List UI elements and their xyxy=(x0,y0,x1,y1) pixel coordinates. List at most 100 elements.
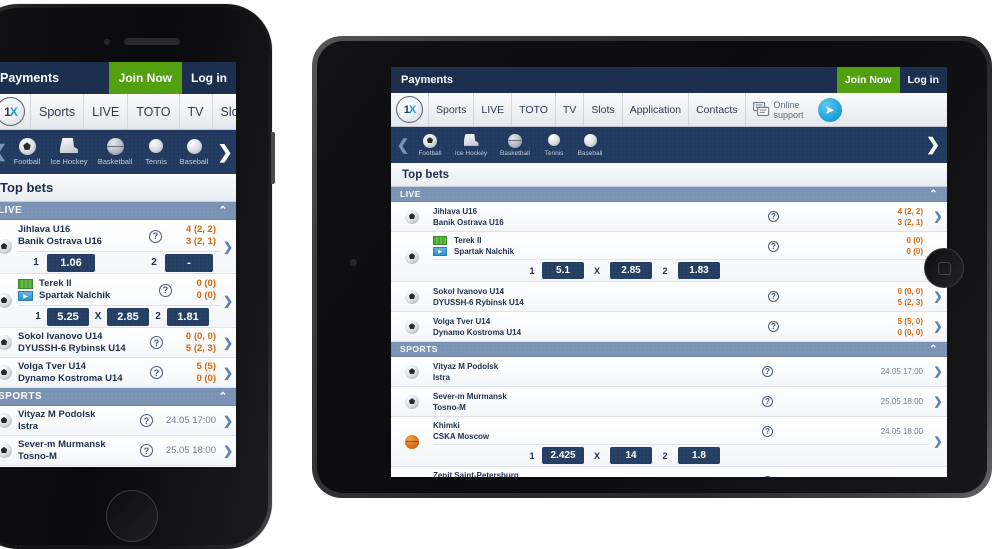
row-expand-arrow-icon[interactable]: ❯ xyxy=(929,467,947,477)
match-info-icon[interactable]: ? xyxy=(140,414,153,427)
match-info-icon[interactable]: ? xyxy=(768,240,779,252)
nav-item-tv[interactable]: TV xyxy=(554,93,583,126)
online-support-button[interactable]: Online support xyxy=(744,93,811,126)
match-row-vityaz[interactable]: Vityaz M Podolsk Istra ? 24.05 17:00 ❯ xyxy=(391,357,947,387)
phone-home-button[interactable] xyxy=(106,490,158,542)
group-header-sports[interactable]: SPORTS ⌃ xyxy=(0,388,236,406)
sports-tab-tennis[interactable]: Tennis xyxy=(138,138,174,166)
row-expand-arrow-icon[interactable]: ❯ xyxy=(220,220,236,273)
nav-item-contacts[interactable]: Contacts xyxy=(688,93,744,126)
payments-link[interactable]: Payments xyxy=(0,71,109,85)
sports-strip-prev-icon[interactable]: ❮ xyxy=(0,142,8,162)
match-row-jihlava[interactable]: Jihlava U16 Banik Ostrava U16 ? 4 (2, 2)… xyxy=(0,220,236,274)
match-info-icon[interactable]: ? xyxy=(768,321,779,332)
chevron-up-icon[interactable]: ⌃ xyxy=(929,344,938,355)
odds-button-x[interactable]: 14 xyxy=(610,447,652,464)
match-info-icon[interactable]: ? xyxy=(149,229,162,243)
group-header-live[interactable]: LIVE ⌃ xyxy=(391,187,947,202)
telegram-icon[interactable]: ➤ xyxy=(817,97,842,122)
nav-item-sports[interactable]: Sports xyxy=(428,93,473,126)
sports-tab-baseball[interactable]: Baseball xyxy=(571,133,609,157)
match-info-icon[interactable]: ? xyxy=(150,366,163,379)
match-row-terek[interactable]: ▶ Terek II Spartak Nalchik ? 0 (0) 0 (0) xyxy=(391,232,947,282)
nav-item-tv[interactable]: TV xyxy=(178,94,212,129)
chevron-up-icon[interactable]: ⌃ xyxy=(218,390,228,403)
nav-item-slots[interactable]: Slots xyxy=(211,94,236,129)
phone-power-button[interactable] xyxy=(271,132,275,184)
match-info-icon[interactable]: ? xyxy=(140,444,153,457)
match-info-icon[interactable]: ? xyxy=(768,211,779,222)
sports-tab-tennis[interactable]: Tennis xyxy=(537,133,571,157)
nav-item-live[interactable]: LIVE xyxy=(83,94,127,129)
match-row-sever[interactable]: Sever-m Murmansk Tosno-M ? 25.05 18:00 ❯ xyxy=(0,436,236,466)
sports-strip-prev-icon[interactable]: ❮ xyxy=(395,136,411,154)
odds-button-2[interactable]: - xyxy=(165,253,213,272)
site-logo[interactable]: 1X xyxy=(0,97,25,126)
match-row-khimki[interactable]: Khimki CSKA Moscow ? 24.05 18:00 1 2.425… xyxy=(391,417,947,467)
match-row-volga[interactable]: Volga Tver U14 Dynamo Kostroma U14 ? 5 (… xyxy=(0,358,236,388)
match-info-icon[interactable]: ? xyxy=(768,291,779,302)
match-row-terek[interactable]: ▶ Terek II Spartak Nalchik ? 0 (0) 0 (0) xyxy=(0,274,236,328)
sports-tab-ice-hockey[interactable]: Ice Hockey xyxy=(449,133,493,157)
odds-button-1[interactable]: 5.25 xyxy=(47,307,89,326)
odds-button-x[interactable]: 2.85 xyxy=(107,307,149,326)
chevron-up-icon[interactable]: ⌃ xyxy=(218,204,228,217)
sports-tab-ice-hockey[interactable]: Ice Hockey xyxy=(46,138,92,166)
row-expand-arrow-icon[interactable]: ❯ xyxy=(929,357,947,386)
nav-item-toto[interactable]: TOTO xyxy=(127,94,178,129)
join-now-button[interactable]: Join Now xyxy=(836,67,900,93)
row-expand-arrow-icon[interactable]: ❯ xyxy=(929,202,947,231)
video-play-icon[interactable]: ▶ xyxy=(433,247,447,256)
odds-button-2[interactable]: 1.81 xyxy=(167,307,209,326)
row-expand-arrow-icon[interactable]: ❯ xyxy=(220,274,236,327)
odds-button-x[interactable]: 2.85 xyxy=(610,262,652,279)
match-row-volga[interactable]: Volga Tver U14 Dynamo Kostroma U14 ? 5 (… xyxy=(391,312,947,342)
row-expand-arrow-icon[interactable]: ❯ xyxy=(220,328,236,357)
odds-button-2[interactable]: 1.8 xyxy=(678,447,720,464)
video-play-icon[interactable]: ▶ xyxy=(18,291,33,301)
sports-tab-football[interactable]: Football xyxy=(411,133,449,157)
row-expand-arrow-icon[interactable]: ❯ xyxy=(929,417,947,466)
nav-item-live[interactable]: LIVE xyxy=(473,93,511,126)
tablet-home-button[interactable] xyxy=(924,248,964,288)
odds-button-2[interactable]: 1.83 xyxy=(678,262,720,279)
site-logo[interactable]: 1X xyxy=(396,96,423,123)
nav-item-sports[interactable]: Sports xyxy=(30,94,83,129)
row-expand-arrow-icon[interactable]: ❯ xyxy=(929,312,947,341)
sports-strip-next-icon[interactable]: ❯ xyxy=(923,135,943,155)
match-row-sokol[interactable]: Sokol Ivanovo U14 DYUSSH-6 Rybinsk U14 ?… xyxy=(0,328,236,358)
nav-item-application[interactable]: Application xyxy=(621,93,688,126)
sports-tab-football[interactable]: Football xyxy=(8,138,46,166)
match-row-sokol[interactable]: Sokol Ivanovo U14 DYUSSH-6 Rybinsk U14 ?… xyxy=(391,282,947,312)
group-header-live[interactable]: LIVE ⌃ xyxy=(0,202,236,220)
match-row-zenit[interactable]: Zenit Saint-Petersburg UNICS ? 25.05 18:… xyxy=(391,467,947,477)
sports-tab-basketball[interactable]: Basketball xyxy=(92,138,138,166)
match-row-sever[interactable]: Sever-m Murmansk Tosno-M ? 25.05 18:00 ❯ xyxy=(391,387,947,417)
sports-tab-baseball[interactable]: Baseball xyxy=(174,138,214,166)
odds-button-1[interactable]: 1.06 xyxy=(47,253,95,272)
match-row-jihlava[interactable]: Jihlava U16 Banik Ostrava U16 ? 4 (2, 2)… xyxy=(391,202,947,232)
sports-strip-next-icon[interactable]: ❯ xyxy=(216,142,234,163)
match-info-icon[interactable]: ? xyxy=(159,283,172,297)
match-info-icon[interactable]: ? xyxy=(150,336,163,349)
group-header-sports[interactable]: SPORTS ⌃ xyxy=(391,342,947,357)
nav-item-toto[interactable]: TOTO xyxy=(511,93,555,126)
match-row-vityaz[interactable]: Vityaz M Podolsk Istra ? 24.05 17:00 ❯ xyxy=(0,406,236,436)
log-in-button[interactable]: Log in xyxy=(900,67,948,93)
row-expand-arrow-icon[interactable]: ❯ xyxy=(929,387,947,416)
row-expand-arrow-icon[interactable]: ❯ xyxy=(220,406,236,435)
join-now-button[interactable]: Join Now xyxy=(108,62,182,94)
chevron-up-icon[interactable]: ⌃ xyxy=(929,189,938,200)
odds-button-1[interactable]: 2.425 xyxy=(542,447,584,464)
odds-button-1[interactable]: 5.1 xyxy=(542,262,584,279)
nav-item-slots[interactable]: Slots xyxy=(583,93,621,126)
match-info-icon[interactable]: ? xyxy=(762,425,773,437)
log-in-button[interactable]: Log in xyxy=(182,62,236,94)
row-expand-arrow-icon[interactable]: ❯ xyxy=(220,436,236,465)
sports-tab-basketball[interactable]: Basketball xyxy=(493,133,537,157)
match-info-icon[interactable]: ? xyxy=(762,475,773,477)
row-expand-arrow-icon[interactable]: ❯ xyxy=(220,358,236,387)
match-info-icon[interactable]: ? xyxy=(762,366,773,377)
match-info-icon[interactable]: ? xyxy=(762,396,773,407)
payments-link[interactable]: Payments xyxy=(391,74,837,86)
